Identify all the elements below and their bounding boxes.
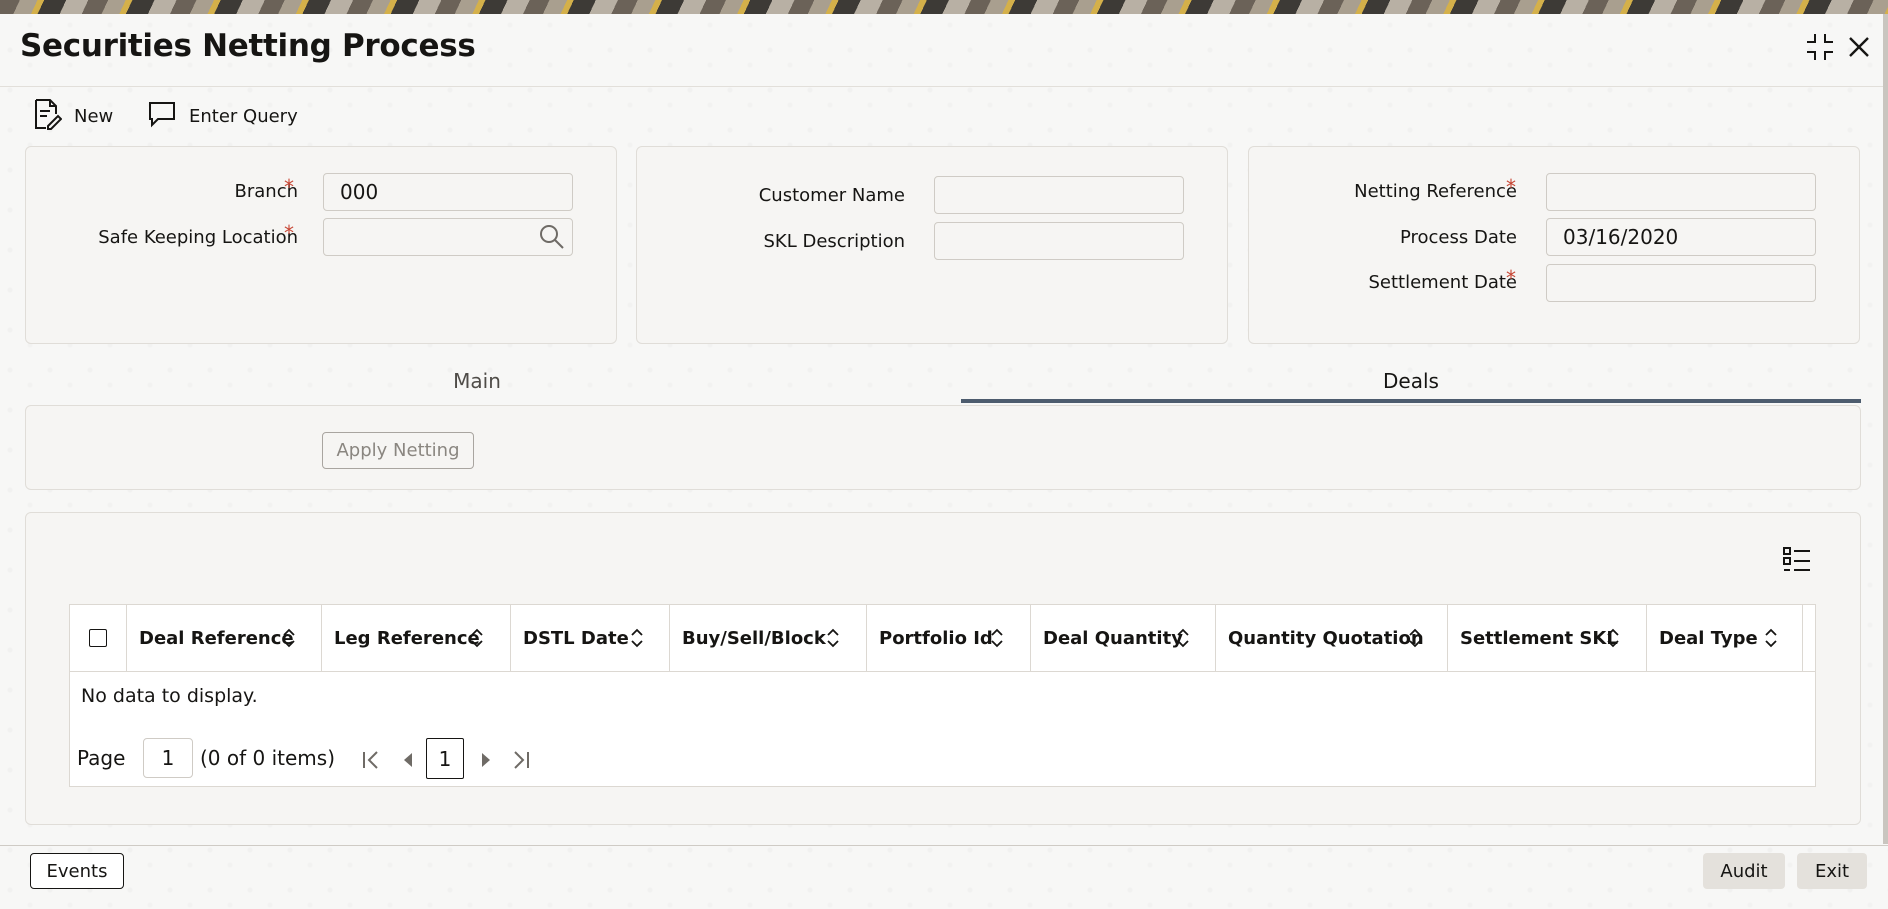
items-count: (0 of 0 items) <box>200 746 336 770</box>
decorative-header-strip <box>0 0 1888 14</box>
col-label: DSTL Date <box>523 627 629 649</box>
customer-name-input[interactable] <box>934 176 1184 214</box>
col-header-truncated[interactable]: F <box>1803 605 1816 671</box>
sort-icon[interactable] <box>1764 627 1778 649</box>
footer-divider <box>0 845 1888 846</box>
skl-description-input[interactable] <box>934 222 1184 260</box>
customer-panel: Customer Name SKL Description <box>636 146 1228 344</box>
process-date-label: Process Date <box>1399 227 1517 248</box>
col-label: Quantity Quotation <box>1228 627 1424 649</box>
branch-required-marker: * <box>284 175 294 199</box>
netting-reference-label: Netting Reference <box>1354 181 1517 202</box>
apply-netting-panel <box>25 405 1861 490</box>
select-all-checkbox[interactable] <box>89 629 107 647</box>
sort-icon[interactable] <box>1408 627 1422 649</box>
netting-panel: Netting Reference * Process Date 03/16/2… <box>1248 146 1860 344</box>
col-header-deal-type[interactable]: Deal Type <box>1647 605 1803 671</box>
settlement-date-label: Settlement Date <box>1368 272 1517 293</box>
col-label: F <box>1815 628 1816 649</box>
sort-icon[interactable] <box>826 627 840 649</box>
settlement-date-required-marker: * <box>1506 266 1516 290</box>
branch-panel: Branch * 000 Safe Keeping Location * <box>25 146 617 344</box>
vertical-scrollbar[interactable] <box>1883 14 1888 844</box>
active-tab-indicator <box>961 399 1861 403</box>
sort-icon[interactable] <box>630 627 644 649</box>
title-divider <box>0 86 1888 87</box>
page-label: Page <box>77 746 126 770</box>
speech-bubble-icon <box>147 99 177 134</box>
enter-query-label: Enter Query <box>189 105 298 127</box>
col-label: Settlement SKL <box>1460 627 1618 649</box>
page-title: Securities Netting Process <box>20 28 476 64</box>
skl-required-marker: * <box>284 221 294 245</box>
sort-icon[interactable] <box>282 627 296 649</box>
skl-description-label: SKL Description <box>763 231 906 252</box>
enter-query-button[interactable]: Enter Query <box>147 98 298 134</box>
search-icon[interactable] <box>538 223 566 255</box>
deals-table: Deal Reference Leg Reference DSTL Date B… <box>69 604 1816 787</box>
page-input[interactable]: 1 <box>143 738 193 778</box>
netting-reference-required-marker: * <box>1506 175 1516 199</box>
select-all-cell <box>70 605 127 671</box>
col-label: Deal Reference <box>139 627 294 649</box>
sort-icon[interactable] <box>470 627 484 649</box>
events-button[interactable]: Events <box>30 853 124 889</box>
apply-netting-button[interactable]: Apply Netting <box>322 432 474 469</box>
sort-icon[interactable] <box>1606 627 1620 649</box>
close-icon[interactable] <box>1842 30 1876 64</box>
col-label: Deal Quantity <box>1043 627 1183 649</box>
safe-keeping-location-label: Safe Keeping Location <box>98 227 298 248</box>
netting-reference-input[interactable] <box>1546 173 1816 211</box>
sort-icon[interactable] <box>990 627 1004 649</box>
tab-main[interactable]: Main <box>25 360 929 402</box>
settlement-date-input[interactable] <box>1546 264 1816 302</box>
customer-name-label: Customer Name <box>758 185 905 206</box>
empty-message: No data to display. <box>81 685 258 707</box>
tab-deals[interactable]: Deals <box>961 360 1861 402</box>
sort-icon[interactable] <box>1176 627 1190 649</box>
exit-button[interactable]: Exit <box>1797 853 1867 889</box>
next-page-icon[interactable] <box>478 751 494 773</box>
compress-icon[interactable] <box>1803 30 1837 64</box>
col-label: Leg Reference <box>334 627 480 649</box>
column-settings-icon[interactable] <box>1782 545 1812 579</box>
col-label: Portfolio Id <box>879 627 993 649</box>
previous-page-icon[interactable] <box>400 751 416 773</box>
branch-input[interactable]: 000 <box>323 173 573 211</box>
new-button[interactable]: New <box>32 98 113 134</box>
process-date-input[interactable]: 03/16/2020 <box>1546 218 1816 256</box>
last-page-icon[interactable] <box>510 749 532 775</box>
safe-keeping-location-input[interactable] <box>323 218 573 256</box>
current-page-button[interactable]: 1 <box>426 738 464 779</box>
first-page-icon[interactable] <box>360 749 382 775</box>
new-document-icon <box>32 98 63 135</box>
audit-button[interactable]: Audit <box>1703 853 1785 889</box>
col-header-portfolio-id[interactable]: Portfolio Id <box>867 605 1031 671</box>
col-label: Deal Type <box>1659 627 1758 649</box>
deals-table-header: Deal Reference Leg Reference DSTL Date B… <box>70 605 1816 672</box>
col-label: Buy/Sell/Block <box>682 627 826 649</box>
new-label: New <box>74 105 114 127</box>
col-header-dstl-date[interactable]: DSTL Date <box>511 605 670 671</box>
